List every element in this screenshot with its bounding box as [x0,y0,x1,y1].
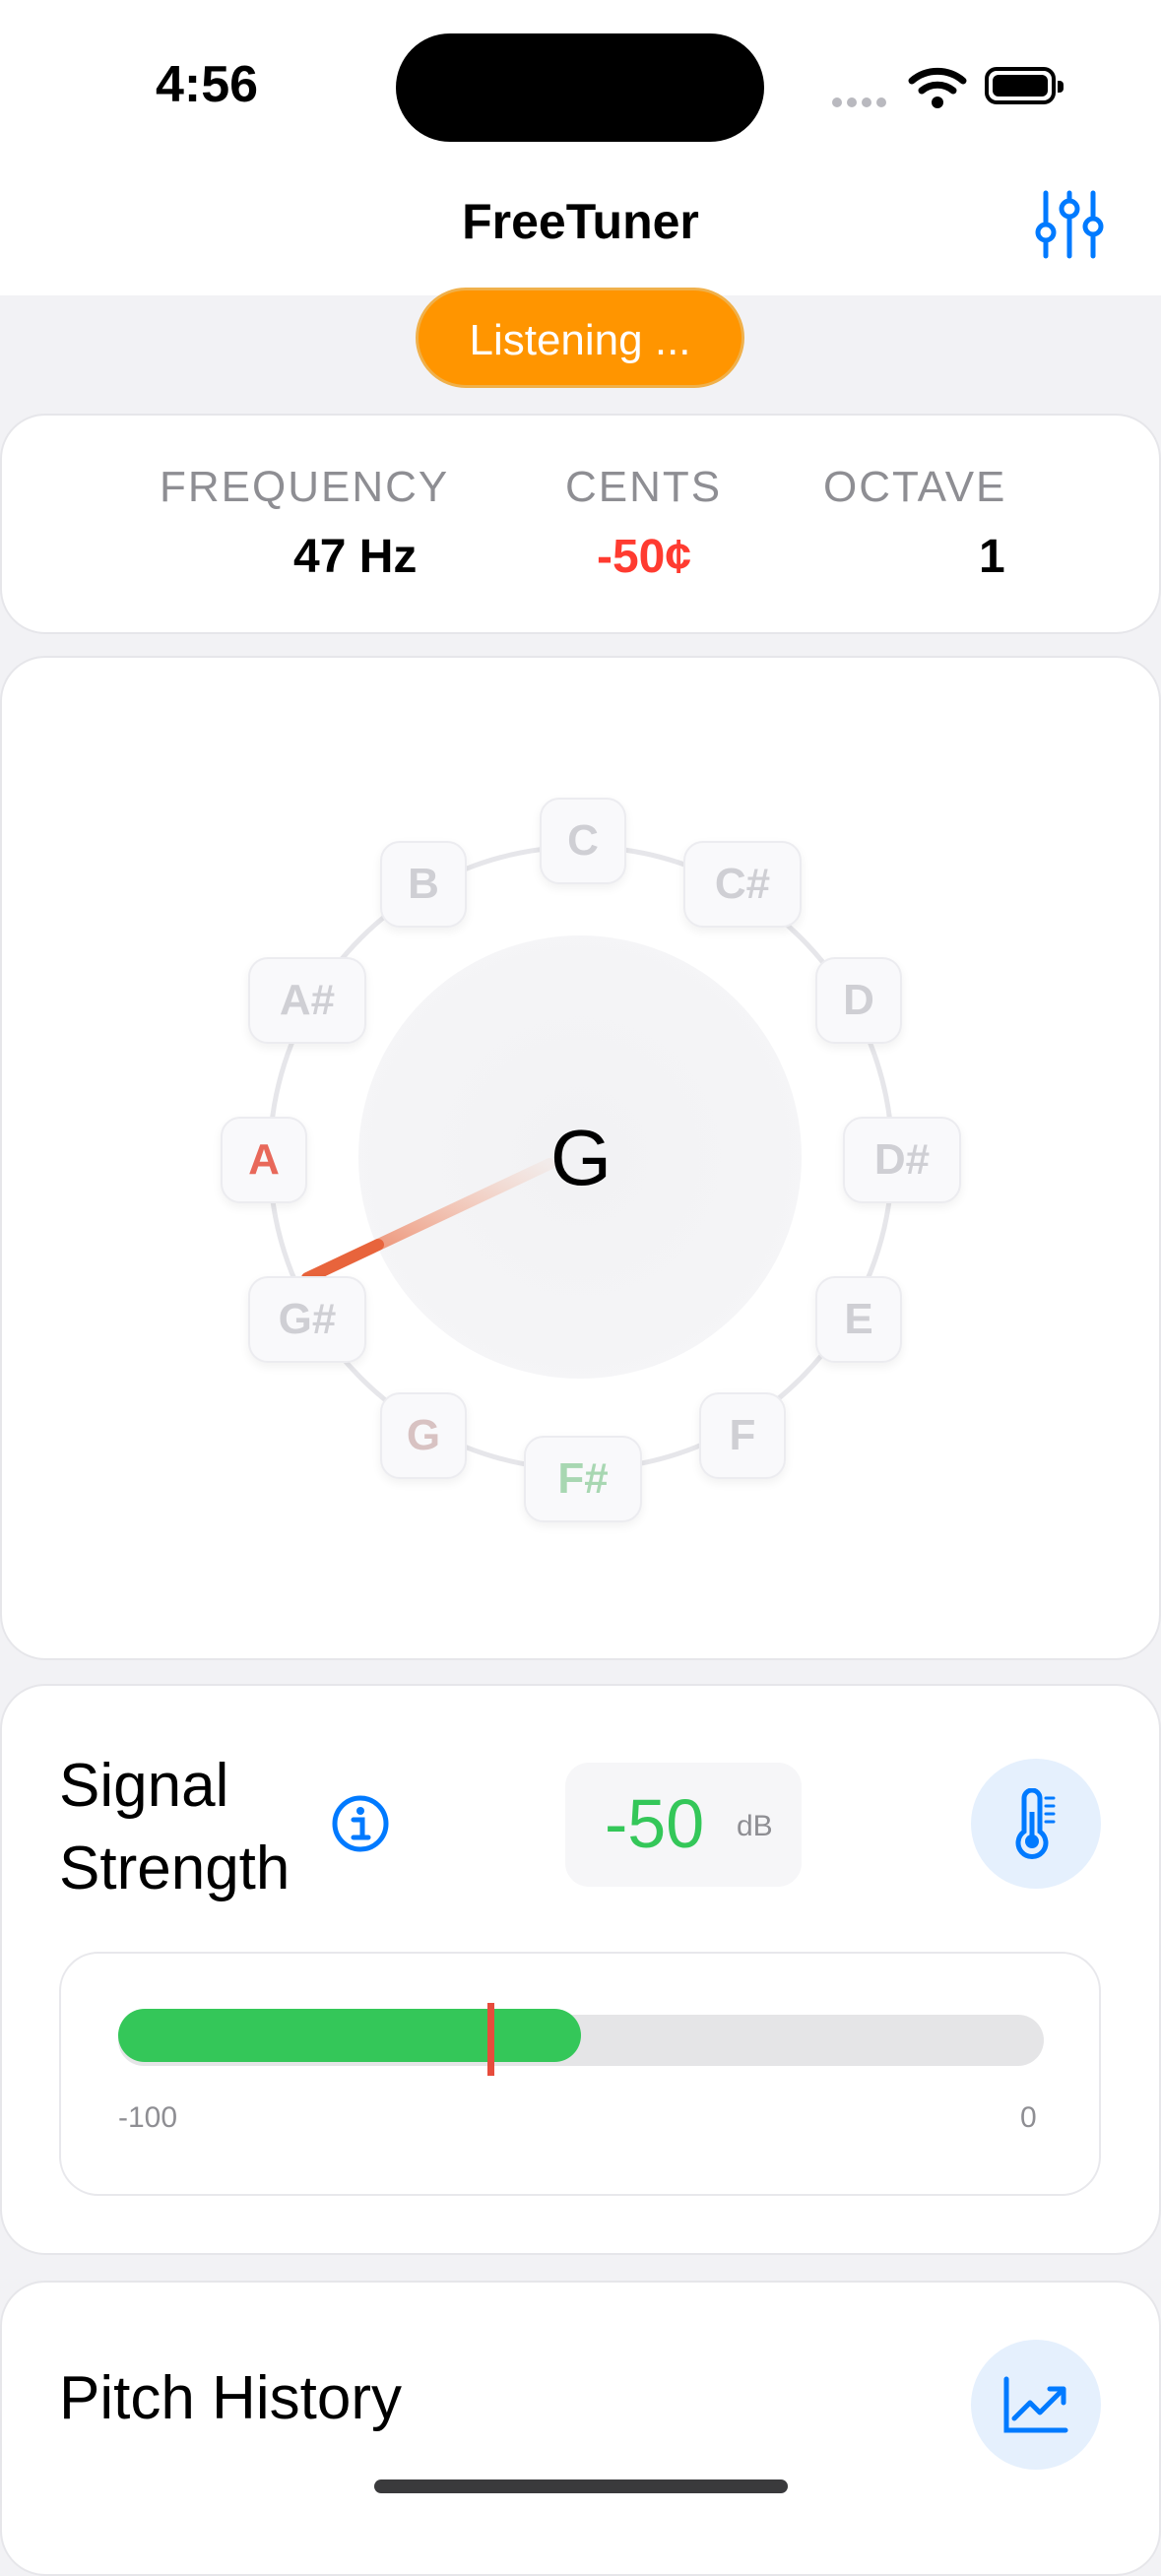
note-c: C [540,798,626,884]
battery-icon [985,67,1064,104]
cents-label: CENTS [565,463,723,511]
app-title: FreeTuner [462,194,699,249]
note-a-sharp: A# [248,957,366,1044]
wifi-icon [908,67,967,108]
status-time: 4:56 [156,56,259,113]
note-f: F [699,1392,786,1479]
thermometer-icon [1015,1788,1056,1859]
tuning-readout-card [0,414,1161,634]
cents-value: -50¢ [597,531,692,583]
signal-level-fill [118,2009,581,2062]
cellular-signal-icon [832,95,891,107]
db-unit: dB [737,1810,773,1842]
note-e: E [815,1276,902,1363]
note-g: G [380,1392,467,1479]
info-icon[interactable] [331,1794,390,1853]
note-c-sharp: C# [683,841,802,928]
note-f-sharp: F# [524,1436,642,1522]
signal-scale-min: -100 [118,2101,178,2134]
dynamic-island [396,33,764,142]
frequency-label: FREQUENCY [160,463,450,511]
thermometer-button[interactable] [971,1759,1101,1889]
signal-title-line1: Signal [59,1752,229,1820]
octave-value: 1 [979,531,1005,583]
pitch-history-chart-button[interactable] [971,2340,1101,2470]
pitch-history-title: Pitch History [59,2364,402,2432]
signal-meter-panel [59,1952,1101,2196]
note-d: D [815,957,902,1044]
octave-label: OCTAVE [823,463,1007,511]
detected-note: G [549,1114,613,1201]
note-d-sharp: D# [843,1117,961,1203]
home-indicator[interactable] [374,2479,788,2493]
chart-trend-icon [1003,2376,1068,2433]
note-g-sharp: G# [248,1276,366,1363]
note-a: A [221,1117,307,1203]
signal-scale-max: 0 [1020,2101,1037,2134]
note-b: B [380,841,467,928]
db-value: -50 [605,1785,705,1862]
signal-title-line2: Strength [59,1835,290,1902]
sliders-settings-icon[interactable] [1032,187,1107,262]
listening-status-button[interactable]: Listening ... [416,288,744,388]
frequency-value: 47 Hz [293,531,418,583]
signal-peak-marker [487,2003,494,2076]
signal-strength-title: Signal Strength [59,1745,290,1910]
